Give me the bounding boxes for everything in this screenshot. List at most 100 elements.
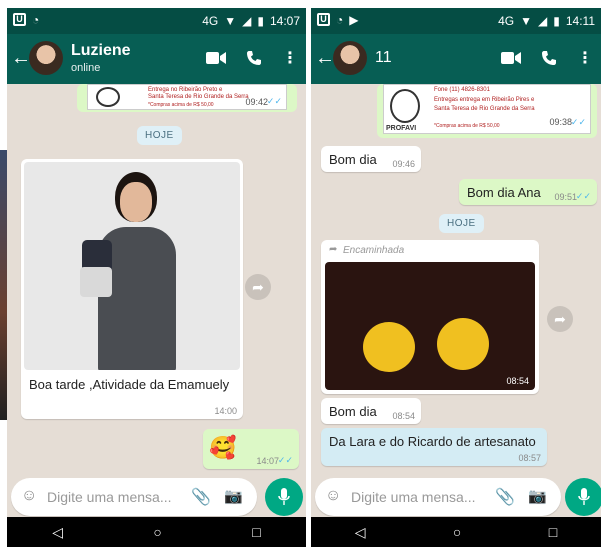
- emoji-message[interactable]: 🥰 14:07 ✓✓: [203, 429, 299, 469]
- camera-icon[interactable]: 📷: [224, 487, 243, 505]
- wifi-icon: ▼: [520, 14, 533, 28]
- flyer-text-line: *Compras acima de R$ 50,00: [434, 123, 500, 129]
- left-phone-screen: U ◔ 4G ▼ ◢ ▮ 14:07 ← Luziene online ⋮ En…: [7, 8, 306, 547]
- message-input-placeholder: Digite uma mensa...: [47, 489, 172, 505]
- contact-name[interactable]: 11: [375, 49, 392, 67]
- whatsapp-notification-icon: ◔: [336, 13, 344, 27]
- photo-time: 08:54: [506, 376, 529, 386]
- wifi-icon: ▼: [224, 14, 237, 28]
- photo-message[interactable]: Boa tarde ,Atividade da Emamuely 14:00: [21, 159, 243, 419]
- date-chip: HOJE: [439, 214, 484, 233]
- child-figure: [80, 172, 180, 370]
- message-text: Bom dia: [329, 152, 377, 167]
- microphone-icon: [578, 487, 590, 505]
- message-input[interactable]: ☺ Digite uma mensa... 📎 📷: [315, 478, 561, 516]
- avatar[interactable]: [29, 41, 63, 75]
- flyer-image-message[interactable]: Entrega no Ribeirão Preto e Santa Teresa…: [77, 84, 297, 112]
- nav-home-button[interactable]: ○: [453, 524, 461, 540]
- flyer-text-line: Santa Teresa de Rio Grande da Serra: [148, 94, 249, 100]
- forwarded-photo-message[interactable]: ➦ Encaminhada 08:54: [321, 240, 539, 394]
- flyer-text-line: Entregas entrega em Ribeirão Pires e: [434, 97, 535, 103]
- read-ticks-icon: ✓✓: [277, 455, 293, 465]
- whatsapp-notification-icon: ◔: [32, 13, 40, 27]
- read-ticks-icon: ✓✓: [575, 191, 591, 201]
- youtube-notification-icon: ▶: [349, 13, 359, 27]
- attach-icon[interactable]: 📎: [495, 487, 515, 507]
- emoji-craft-left: [363, 322, 415, 372]
- more-options-icon[interactable]: ⋮: [282, 48, 298, 68]
- message-time: 14:00: [214, 406, 237, 416]
- network-type-icon: 4G: [498, 14, 515, 28]
- outgoing-message[interactable]: Bom dia Ana 09:51 ✓✓: [459, 179, 597, 205]
- phone-call-icon[interactable]: [541, 50, 557, 66]
- notification-u-icon: U: [317, 13, 330, 26]
- message-time: 08:54: [392, 411, 415, 421]
- video-call-icon[interactable]: [206, 51, 226, 65]
- network-type-icon: 4G: [202, 14, 219, 28]
- chat-header: ← 11 ⋮: [311, 34, 601, 84]
- nav-home-button[interactable]: ○: [153, 524, 161, 540]
- photo-image[interactable]: [24, 162, 240, 370]
- chat-header: ← Luziene online ⋮: [7, 34, 306, 84]
- conversation: Entrega no Ribeirão Preto e Santa Teresa…: [7, 84, 306, 547]
- phone-call-icon[interactable]: [246, 50, 262, 66]
- incoming-message[interactable]: Da Lara e do Ricardo de artesanato 08:57: [321, 428, 547, 466]
- flyer-text-line: Entrega no Ribeirão Preto e: [148, 87, 223, 93]
- attach-icon[interactable]: 📎: [191, 487, 211, 507]
- battery-icon: ▮: [257, 14, 264, 28]
- contact-status: online: [71, 62, 101, 74]
- emoji-content: 🥰: [209, 435, 237, 460]
- incoming-message[interactable]: Bom dia 09:46: [321, 146, 421, 172]
- read-ticks-icon: ✓✓: [570, 117, 586, 127]
- video-call-icon[interactable]: [501, 51, 521, 65]
- contact-name[interactable]: Luziene: [71, 42, 131, 60]
- mic-button[interactable]: [265, 478, 303, 516]
- signal-icon: ◢: [242, 14, 252, 28]
- emoji-picker-icon[interactable]: ☺: [325, 487, 341, 505]
- forwarded-icon: ➦: [329, 244, 338, 255]
- forward-button[interactable]: ➦: [245, 274, 271, 300]
- back-arrow-icon[interactable]: ←: [315, 46, 335, 70]
- avatar[interactable]: [333, 41, 367, 75]
- message-time: 09:38: [549, 117, 572, 127]
- camera-icon[interactable]: 📷: [528, 487, 547, 505]
- nav-back-button[interactable]: ◁: [52, 524, 63, 541]
- message-time: 09:46: [392, 159, 415, 169]
- date-chip: HOJE: [137, 126, 182, 145]
- clock: 14:11: [565, 14, 595, 28]
- status-bar: U ◔ 4G ▼ ◢ ▮ 14:07: [7, 8, 306, 34]
- notification-u-icon: U: [13, 13, 26, 26]
- message-input[interactable]: ☺ Digite uma mensa... 📎 📷: [11, 478, 257, 516]
- right-phone-screen: U ◔ ▶ 4G ▼ ◢ ▮ 14:11 ← 11 ⋮ PROFAVI Fone…: [311, 8, 601, 547]
- flyer-text-line: *Compras acima de R$ 50,00: [148, 102, 214, 108]
- back-arrow-icon[interactable]: ←: [11, 46, 31, 70]
- background-photo-edge: [0, 150, 7, 420]
- flyer-logo: [390, 89, 420, 123]
- flyer-logo: [96, 87, 120, 107]
- signal-icon: ◢: [538, 14, 548, 28]
- forward-button[interactable]: ➦: [547, 306, 573, 332]
- message-text: Bom dia: [329, 404, 377, 419]
- flyer-brand: PROFAVI: [386, 125, 417, 132]
- message-text: Bom dia Ana: [467, 185, 541, 200]
- emoji-picker-icon[interactable]: ☺: [21, 487, 37, 505]
- flyer-text-line: Santa Teresa de Rio Grande da Serra: [434, 106, 535, 112]
- read-ticks-icon: ✓✓: [266, 96, 282, 106]
- conversation: PROFAVI Fone (11) 4826-8301 Entregas ent…: [311, 84, 601, 547]
- incoming-message[interactable]: Bom dia 08:54: [321, 398, 421, 424]
- nav-recents-button[interactable]: □: [549, 524, 557, 540]
- flyer-image-message[interactable]: PROFAVI Fone (11) 4826-8301 Entregas ent…: [377, 84, 597, 138]
- nav-back-button[interactable]: ◁: [355, 524, 366, 541]
- photo-image[interactable]: 08:54: [325, 262, 535, 390]
- emoji-craft-right: [437, 318, 489, 370]
- message-text: Da Lara e do Ricardo de artesanato: [329, 434, 536, 449]
- nav-recents-button[interactable]: □: [252, 524, 260, 540]
- battery-icon: ▮: [553, 14, 560, 28]
- microphone-icon: [278, 487, 290, 505]
- message-time: 09:42: [245, 97, 268, 107]
- more-options-icon[interactable]: ⋮: [577, 48, 593, 68]
- forwarded-label: Encaminhada: [343, 245, 405, 256]
- mic-button[interactable]: [565, 478, 601, 516]
- message-time: 14:07: [256, 456, 279, 466]
- clock: 14:07: [269, 14, 300, 28]
